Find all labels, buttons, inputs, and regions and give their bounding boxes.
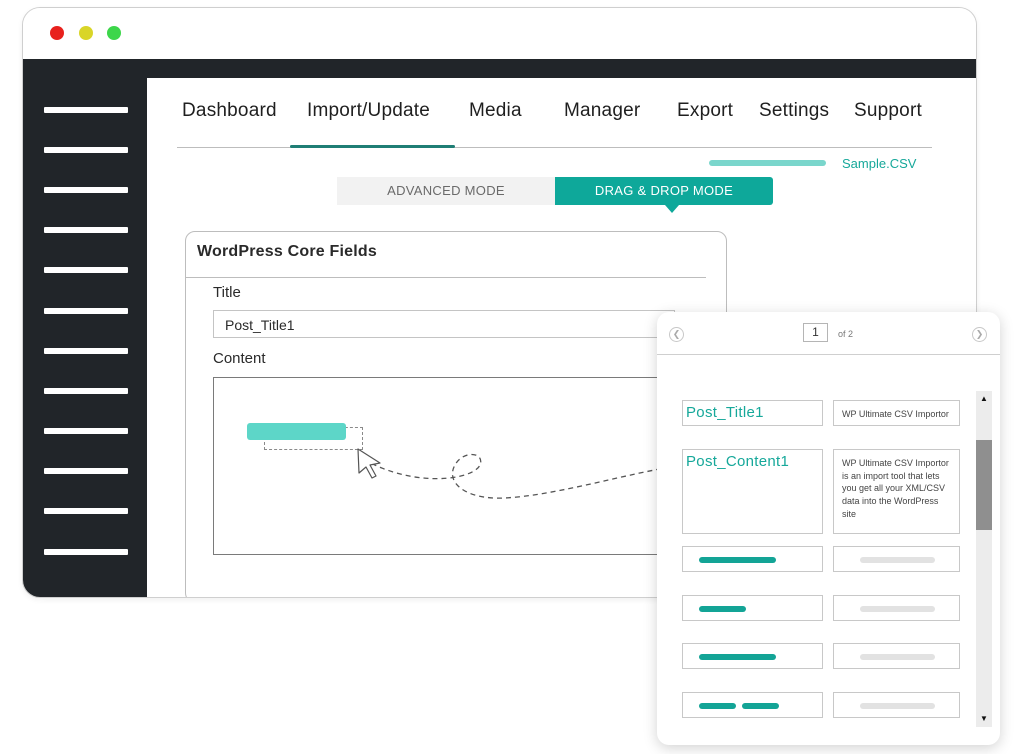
cursor-arrow-icon xyxy=(357,448,381,479)
placeholder-bar xyxy=(860,557,935,563)
triangle-up-icon[interactable]: ▲ xyxy=(976,391,992,407)
csv-key-placeholder[interactable] xyxy=(682,643,823,669)
csv-mapping-popup: ❮ 1 of 2 ❯ Post_Title1 WP Ultimate CSV I… xyxy=(657,312,1000,745)
csv-value-placeholder xyxy=(833,643,960,669)
csv-value-placeholder xyxy=(833,595,960,621)
csv-key-text: Post_Content1 xyxy=(686,453,790,470)
csv-key-text: Post_Title1 xyxy=(686,404,764,421)
chevron-right-icon[interactable]: ❯ xyxy=(972,327,987,342)
placeholder-bar xyxy=(860,606,935,612)
drag-path-line xyxy=(364,453,671,499)
csv-key-placeholder[interactable] xyxy=(682,546,823,572)
placeholder-bar xyxy=(699,654,776,660)
placeholder-bar xyxy=(860,654,935,660)
placeholder-bar xyxy=(742,703,779,709)
csv-key-placeholder[interactable] xyxy=(682,595,823,621)
csv-value-text: WP Ultimate CSV Importor is an import to… xyxy=(842,458,949,519)
csv-value-post-content: WP Ultimate CSV Importor is an import to… xyxy=(833,449,960,534)
csv-value-placeholder xyxy=(833,692,960,718)
csv-key-post-content[interactable]: Post_Content1 xyxy=(682,449,823,534)
page-number-input[interactable]: 1 xyxy=(803,323,828,342)
placeholder-bar xyxy=(699,606,746,612)
page-count: of 2 xyxy=(838,329,854,339)
placeholder-bar xyxy=(699,557,776,563)
csv-key-post-title[interactable]: Post_Title1 xyxy=(682,400,823,426)
placeholder-bar xyxy=(699,703,736,709)
triangle-down-icon[interactable]: ▼ xyxy=(976,711,992,727)
scrollbar-thumb[interactable] xyxy=(976,440,992,530)
chevron-left-icon[interactable]: ❮ xyxy=(669,327,684,342)
scrollbar[interactable]: ▲ ▼ xyxy=(976,391,992,727)
csv-value-placeholder xyxy=(833,546,960,572)
csv-key-placeholder[interactable] xyxy=(682,692,823,718)
csv-value-post-title: WP Ultimate CSV Importor xyxy=(833,400,960,426)
placeholder-bar xyxy=(860,703,935,709)
csv-value-text: WP Ultimate CSV Importor xyxy=(842,409,949,419)
popup-divider xyxy=(657,354,1000,355)
